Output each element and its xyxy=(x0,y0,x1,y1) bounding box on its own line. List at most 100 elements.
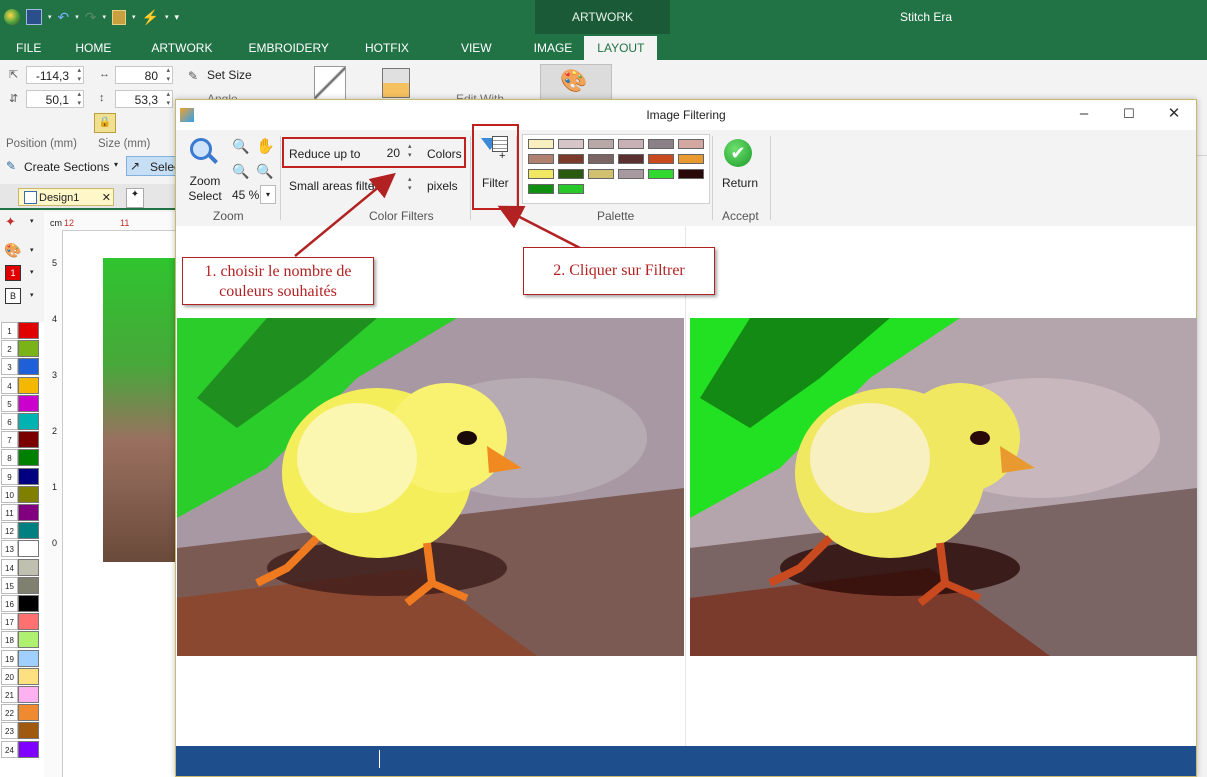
palette-swatch[interactable] xyxy=(558,184,584,194)
undo-icon[interactable]: ↶ xyxy=(58,9,70,26)
palette-swatch[interactable] xyxy=(648,154,674,164)
tab-embroidery[interactable]: EMBROIDERY xyxy=(234,36,342,60)
color-swatch[interactable] xyxy=(18,686,39,703)
palette-swatch[interactable] xyxy=(558,139,584,149)
redo-icon[interactable]: ↷ xyxy=(85,9,97,26)
tab-home[interactable]: HOME xyxy=(57,36,129,60)
zoom-dropdown-icon[interactable]: ▾ xyxy=(260,185,276,204)
lock-ratio-icon[interactable]: 🔒 xyxy=(94,113,116,133)
dropdown-icon[interactable]: ▾ xyxy=(30,246,34,254)
color-slot[interactable]: 19 xyxy=(0,649,44,668)
maximize-icon[interactable]: ☐ xyxy=(1119,104,1139,124)
filtered-image[interactable] xyxy=(690,318,1197,656)
tab-view[interactable]: VIEW xyxy=(431,36,522,60)
palette-swatch[interactable] xyxy=(678,154,704,164)
palette-swatch[interactable] xyxy=(528,154,554,164)
position-y-input[interactable]: 50,1 xyxy=(26,90,84,108)
new-document-icon[interactable]: ✦ xyxy=(126,188,144,208)
color-swatch[interactable] xyxy=(18,667,39,685)
color-slot[interactable]: 14 xyxy=(0,558,44,577)
color-swatch[interactable] xyxy=(18,649,39,667)
dropdown-icon[interactable]: ▾ xyxy=(75,13,79,21)
color-slot[interactable]: 21 xyxy=(0,686,44,704)
image-tool-icon[interactable] xyxy=(314,66,346,100)
color-slot[interactable]: 3 xyxy=(0,358,44,376)
color-slot[interactable]: 8 xyxy=(0,449,44,467)
color-slot[interactable]: 12 xyxy=(0,522,44,540)
dropdown-icon[interactable]: ▾ xyxy=(132,13,136,21)
background-color-indicator[interactable]: B xyxy=(5,288,21,304)
color-swatch[interactable] xyxy=(18,394,39,412)
color-slot[interactable]: 22 xyxy=(0,704,44,722)
dropdown-icon[interactable]: ▾ xyxy=(30,291,34,299)
color-swatch[interactable] xyxy=(18,704,39,722)
color-swatch[interactable] xyxy=(18,322,39,339)
zoom-out-icon[interactable]: 🔍 xyxy=(232,163,249,180)
color-swatch[interactable] xyxy=(18,740,39,758)
color-swatch[interactable] xyxy=(18,631,39,649)
palette-swatch[interactable] xyxy=(528,169,554,179)
tab-hotfix[interactable]: HOTFIX xyxy=(343,36,431,60)
dropdown-icon[interactable]: ▾ xyxy=(30,217,34,225)
color-swatch[interactable] xyxy=(18,431,39,449)
zoom-in-icon[interactable]: 🔍 xyxy=(232,138,249,155)
tab-layout[interactable]: LAYOUT xyxy=(584,36,658,60)
active-color-indicator[interactable]: 1 xyxy=(5,265,21,281)
tab-image[interactable]: IMAGE xyxy=(522,36,585,60)
color-slot[interactable]: 24 xyxy=(0,740,44,759)
dropdown-icon[interactable]: ▾ xyxy=(48,13,52,21)
palette-swatch[interactable] xyxy=(678,139,704,149)
color-swatch[interactable] xyxy=(18,504,39,521)
color-slot[interactable]: 1 xyxy=(0,322,44,340)
dropdown-icon[interactable]: ▾ xyxy=(30,268,34,276)
small-spin-icon[interactable]: ▴ ▾ xyxy=(408,175,412,193)
pan-icon[interactable]: ✋ xyxy=(256,137,275,155)
color-slot[interactable]: 2 xyxy=(0,340,44,358)
size-width-input[interactable]: 80 xyxy=(115,66,173,84)
color-slot[interactable]: 20 xyxy=(0,667,44,686)
customize-qat-icon[interactable]: ▾ xyxy=(174,12,179,23)
palette-swatch[interactable] xyxy=(528,184,554,194)
tab-file[interactable]: FILE xyxy=(0,36,57,60)
color-slot[interactable]: 9 xyxy=(0,467,44,486)
palette-swatch[interactable] xyxy=(678,169,704,179)
dropdown-icon[interactable]: ▾ xyxy=(165,13,169,21)
layout-tool-icon[interactable] xyxy=(382,68,410,98)
close-icon[interactable]: ✕ xyxy=(1164,104,1184,124)
lightning-icon[interactable]: ⚡ xyxy=(142,9,159,26)
zoom-percent[interactable]: 45 % xyxy=(232,188,259,202)
set-size-button[interactable]: Set Size xyxy=(207,68,252,82)
palette-swatch[interactable] xyxy=(588,169,614,179)
color-swatch[interactable] xyxy=(18,595,39,612)
palette-swatch[interactable] xyxy=(588,139,614,149)
color-swatch[interactable] xyxy=(18,613,39,631)
palette-swatch[interactable] xyxy=(648,139,674,149)
close-tab-icon[interactable]: ✕ xyxy=(102,189,111,207)
position-x-input[interactable]: -114,3 xyxy=(26,66,84,84)
palette-swatch[interactable] xyxy=(648,169,674,179)
app-logo-icon[interactable] xyxy=(4,9,20,25)
palette-swatch[interactable] xyxy=(528,139,554,149)
color-slot[interactable]: 5 xyxy=(0,394,44,413)
palette-swatch[interactable] xyxy=(618,139,644,149)
original-image[interactable] xyxy=(177,318,684,656)
color-swatch[interactable] xyxy=(18,358,39,376)
color-swatch[interactable] xyxy=(18,449,39,467)
color-swatch[interactable] xyxy=(18,558,39,576)
color-swatch[interactable] xyxy=(18,522,39,540)
save-icon[interactable] xyxy=(26,9,42,25)
zoom-fit-icon[interactable]: 🔍 xyxy=(256,163,273,180)
design-image[interactable] xyxy=(103,258,177,562)
size-height-input[interactable]: 53,3 xyxy=(115,90,173,108)
color-slot[interactable]: 17 xyxy=(0,613,44,631)
palette-swatch[interactable] xyxy=(558,154,584,164)
color-swatch[interactable] xyxy=(18,340,39,358)
color-slot[interactable]: 13 xyxy=(0,540,44,558)
color-slot[interactable]: 6 xyxy=(0,413,44,431)
color-swatch[interactable] xyxy=(18,413,39,430)
color-slot[interactable]: 15 xyxy=(0,576,44,595)
return-button[interactable]: ✔ Return xyxy=(718,136,762,196)
color-swatch[interactable] xyxy=(18,540,39,558)
palette-swatch[interactable] xyxy=(558,169,584,179)
color-slot[interactable]: 7 xyxy=(0,431,44,449)
